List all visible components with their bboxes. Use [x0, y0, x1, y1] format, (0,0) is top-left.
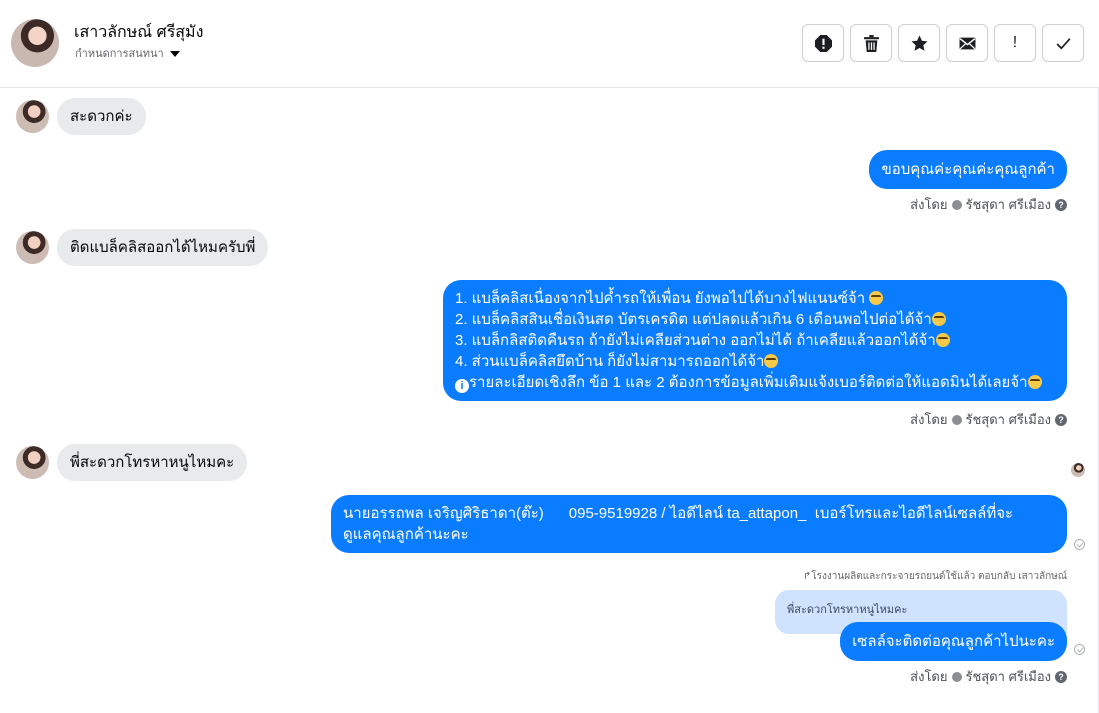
- help-icon[interactable]: ?: [1055, 413, 1067, 426]
- delete-button[interactable]: [850, 24, 892, 62]
- sent-by-prefix: ส่งโดย: [910, 197, 948, 212]
- follow-up-button[interactable]: !: [994, 24, 1036, 62]
- contact-name[interactable]: เสาวลักษณ์ ศรีสุมัง: [74, 20, 203, 45]
- chevron-down-icon: [169, 50, 180, 57]
- message-row-incoming: ติดแบล็คลิสออกได้ไหมครับพี่: [16, 229, 269, 266]
- star-button[interactable]: [898, 24, 940, 62]
- emoji-icon: [1027, 375, 1042, 389]
- message-bubble[interactable]: พี่สะดวกโทรหาหนูไหมคะ: [57, 444, 248, 481]
- sent-by-agent[interactable]: รัชสุดา ศรีเมือง: [966, 666, 1052, 687]
- seen-avatar: [1071, 463, 1085, 477]
- sent-by-prefix: ส่งโดย: [910, 412, 948, 427]
- emoji-icon: [764, 354, 779, 368]
- agent-icon: [951, 414, 962, 425]
- message-line: 4. ส่วนแบล็คลิสยึดบ้าน ก็ยังไม่สามารถออก…: [455, 351, 1055, 372]
- conversation-toolbar: !: [802, 24, 1084, 62]
- conversation-header: เสาวลักษณ์ ศรีสุมัง กำหนดการสนทนา !: [0, 0, 1099, 88]
- message-row-incoming: สะดวกค่ะ: [16, 98, 146, 135]
- report-button[interactable]: [802, 24, 844, 62]
- message-line-text: ดูแลคุณลูกค้านะคะ: [343, 526, 469, 543]
- agent-icon: [951, 199, 962, 210]
- reply-hint-text: โรงงานผลิตและกระจายรถยนต์ใช้แล้ว ตอบกลับ…: [811, 571, 1067, 582]
- reply-icon: ↱: [802, 571, 812, 582]
- emoji-icon: [869, 291, 884, 305]
- mark-done-button[interactable]: [1042, 24, 1084, 62]
- message-bubble[interactable]: ติดแบล็คลิสออกได้ไหมครับพี่: [57, 229, 269, 266]
- message-line-text: รายละเอียดเชิงลึก ข้อ 1 และ 2 ต้องการข้อ…: [469, 374, 1028, 391]
- sent-by-label: ส่งโดย รัชสุดา ศรีเมือง ?: [910, 194, 1067, 215]
- report-icon: [814, 34, 832, 52]
- agent-icon: [951, 671, 962, 682]
- message-line-text: นายอรรถพล เจริญศิริธาดา(ต๊ะ) 095-9519928…: [343, 505, 1014, 522]
- message-bubble[interactable]: สะดวกค่ะ: [57, 98, 146, 135]
- emoji-icon: [935, 333, 950, 347]
- check-icon: [1056, 37, 1071, 50]
- trash-icon: [863, 34, 879, 52]
- mail-icon: [959, 37, 975, 49]
- sent-by-agent[interactable]: รัชสุดา ศรีเมือง: [966, 194, 1052, 215]
- sender-avatar: [16, 100, 49, 133]
- schedule-dropdown[interactable]: กำหนดการสนทนา: [75, 44, 180, 62]
- sender-avatar: [16, 231, 49, 264]
- schedule-label: กำหนดการสนทนา: [75, 48, 164, 60]
- message-line: 1. แบล็คลิสเนื่องจากไปค้ำรถให้เพื่อน ยัง…: [455, 288, 1055, 309]
- sent-by-label: ส่งโดย รัชสุดา ศรีเมือง ?: [910, 666, 1067, 687]
- message-line: 2. แบล็คลิสสินเชื่อเงินสด บัตรเครดิต แต่…: [455, 309, 1055, 330]
- info-icon: i: [455, 379, 469, 393]
- sent-by-agent[interactable]: รัชสุดา ศรีเมือง: [966, 409, 1052, 430]
- message-bubble-outgoing[interactable]: เซลล์จะติดต่อคุณลูกค้าไปนะคะ: [840, 622, 1067, 661]
- delivered-check-icon: [1074, 644, 1085, 655]
- help-icon[interactable]: ?: [1055, 198, 1067, 211]
- help-icon[interactable]: ?: [1055, 670, 1067, 683]
- star-icon: [911, 35, 927, 51]
- message-line-text: 1. แบล็คลิสเนื่องจากไปค้ำรถให้เพื่อน ยัง…: [455, 290, 866, 307]
- sender-avatar: [16, 446, 49, 479]
- message-row-incoming: พี่สะดวกโทรหาหนูไหมคะ: [16, 444, 248, 481]
- message-bubble-outgoing[interactable]: นายอรรถพล เจริญศิริธาดา(ต๊ะ) 095-9519928…: [331, 495, 1067, 553]
- sent-by-prefix: ส่งโดย: [910, 669, 948, 684]
- message-line: 3. แบล็กลิสติดคืนรถ ถ้ายังไม่เคลียส่วนต่…: [455, 330, 1055, 351]
- exclamation-icon: !: [1012, 34, 1018, 51]
- reply-hint: ↱โรงงานผลิตและกระจายรถยนต์ใช้แล้ว ตอบกลั…: [803, 569, 1067, 584]
- mark-unread-button[interactable]: [946, 24, 988, 62]
- delivered-check-icon: [1074, 539, 1085, 550]
- sent-by-label: ส่งโดย รัชสุดา ศรีเมือง ?: [910, 409, 1067, 430]
- contact-avatar[interactable]: [11, 19, 59, 67]
- emoji-icon: [931, 312, 946, 326]
- message-line-text: 3. แบล็กลิสติดคืนรถ ถ้ายังไม่เคลียส่วนต่…: [455, 332, 936, 349]
- message-line: i รายละเอียดเชิงลึก ข้อ 1 และ 2 ต้องการข้…: [455, 372, 1055, 393]
- message-line-text: 2. แบล็คลิสสินเชื่อเงินสด บัตรเครดิต แต่…: [455, 311, 932, 328]
- message-bubble-outgoing[interactable]: ขอบคุณค่ะคุณค่ะคุณลูกค้า: [869, 150, 1067, 189]
- message-bubble-outgoing[interactable]: 1. แบล็คลิสเนื่องจากไปค้ำรถให้เพื่อน ยัง…: [443, 280, 1067, 401]
- message-line-text: 4. ส่วนแบล็คลิสยึดบ้าน ก็ยังไม่สามารถออก…: [455, 353, 765, 370]
